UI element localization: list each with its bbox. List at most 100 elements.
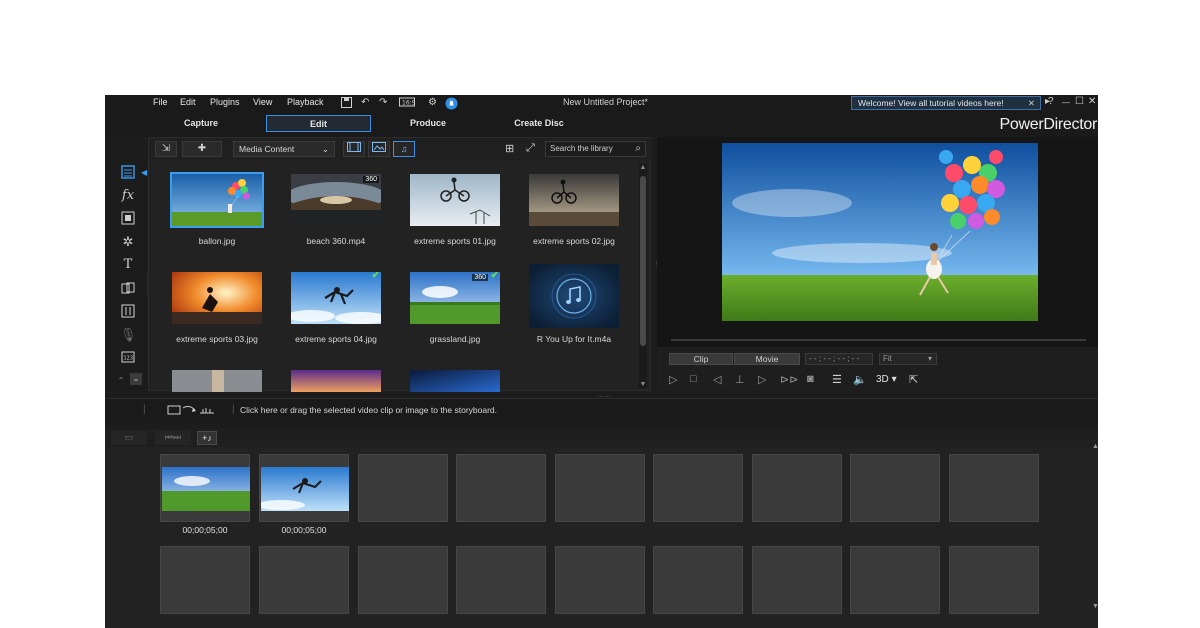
storyboard-scroll-down-icon[interactable]: ▼: [1092, 603, 1098, 610]
menu-playback[interactable]: Playback: [287, 97, 324, 107]
storyboard-slot-18[interactable]: [949, 546, 1039, 614]
scroll-thumb[interactable]: [640, 176, 646, 346]
media-item-row3-1[interactable]: [170, 370, 264, 392]
media-item-row3-2[interactable]: [289, 370, 383, 392]
fx-room-icon[interactable]: fx: [120, 188, 136, 204]
timecode-field[interactable]: - - ; - - ; - - ; - -: [805, 353, 873, 365]
particle-room-icon[interactable]: ✲: [120, 234, 136, 250]
storyboard-slot-15[interactable]: [653, 546, 743, 614]
redo-icon[interactable]: ↷: [379, 97, 387, 109]
previous-frame-icon[interactable]: ◁: [713, 373, 721, 386]
media-item-extreme-sports-03[interactable]: extreme sports 03.jpg: [170, 272, 264, 344]
storyboard-slot-11[interactable]: [259, 546, 349, 614]
storyboard-slot-12[interactable]: [358, 546, 448, 614]
maximize-icon[interactable]: ☐: [1075, 96, 1084, 107]
storyboard-slot-13[interactable]: [456, 546, 546, 614]
storyboard-slot-10[interactable]: [160, 546, 250, 614]
storyboard-slot-8[interactable]: [850, 454, 940, 522]
aspect-ratio-icon[interactable]: 16:9: [399, 97, 416, 111]
add-music-tab[interactable]: +♪: [197, 431, 217, 445]
scroll-up-arrow-icon[interactable]: ▲: [639, 164, 647, 171]
storyboard-slot-7[interactable]: [752, 454, 842, 522]
tab-create-disc[interactable]: Create Disc: [498, 115, 580, 132]
search-icon[interactable]: ⌕: [635, 142, 641, 156]
plugins-puzzle-icon[interactable]: ✚: [182, 141, 222, 157]
next-frame-icon[interactable]: ▷: [758, 373, 766, 386]
tutorial-welcome-banner[interactable]: Welcome! View all tutorial videos here! …: [851, 96, 1041, 110]
menu-view[interactable]: View: [253, 97, 272, 107]
filter-image-icon[interactable]: [368, 141, 390, 157]
insert-clip-icon[interactable]: [167, 404, 215, 419]
storyboard-slot-6[interactable]: [653, 454, 743, 522]
storyboard-slot-1[interactable]: [160, 454, 250, 522]
undo-icon[interactable]: ↶: [361, 97, 369, 109]
media-item-grassland[interactable]: 360 ✔ grassland.jpg: [408, 272, 502, 344]
snapshot-camera-icon[interactable]: ◙: [807, 373, 814, 385]
media-content-dropdown[interactable]: Media Content ⌄: [233, 141, 335, 157]
stop-icon[interactable]: □: [690, 373, 697, 385]
scroll-up-icon[interactable]: ⌃: [115, 373, 127, 389]
save-icon[interactable]: [341, 97, 352, 112]
storyboard-slot-17[interactable]: [850, 546, 940, 614]
clip-mode-button[interactable]: Clip: [669, 353, 733, 365]
media-item-extreme-sports-02[interactable]: extreme sports 02.jpg: [527, 174, 621, 246]
storyboard-slot-4[interactable]: [456, 454, 546, 522]
voice-over-microphone-icon[interactable]: 🎙: [120, 327, 137, 343]
audio-mixing-icon[interactable]: [120, 304, 136, 320]
pip-objects-icon[interactable]: [120, 211, 136, 227]
play-icon[interactable]: ▷: [669, 373, 677, 386]
fit-zoom-select[interactable]: Fit ▾: [879, 353, 937, 365]
media-item-beach-360[interactable]: 360 beach 360.mp4: [289, 174, 383, 246]
checkmark-icon: ✔: [371, 272, 380, 281]
storyboard-slot-5[interactable]: [555, 454, 645, 522]
split-icon[interactable]: ⊥: [735, 373, 745, 386]
media-item-row3-3[interactable]: [408, 370, 502, 392]
clip-thumbnail: [162, 467, 250, 511]
preview-timeline-slider[interactable]: [671, 339, 1086, 341]
storyboard-slot-16[interactable]: [752, 546, 842, 614]
menu-plugins[interactable]: Plugins: [210, 97, 240, 107]
subtitles-icon[interactable]: ☰: [832, 373, 842, 386]
transition-room-icon[interactable]: [120, 281, 136, 297]
volume-icon[interactable]: 🔈: [853, 373, 867, 386]
scroll-down-arrow-icon[interactable]: ▼: [639, 381, 647, 388]
expand-library-icon[interactable]: ⤢: [526, 142, 535, 155]
menu-file[interactable]: File: [153, 97, 168, 107]
storyboard-slot-9[interactable]: [949, 454, 1039, 522]
3d-mode-toggle[interactable]: 3D ▾: [876, 374, 897, 385]
filter-audio-icon[interactable]: ♫: [393, 141, 415, 157]
storyboard-slot-3[interactable]: [358, 454, 448, 522]
movie-mode-button[interactable]: Movie: [734, 353, 800, 365]
clip-thumbnail: [261, 467, 349, 511]
menu-edit[interactable]: Edit: [180, 97, 196, 107]
close-banner-icon[interactable]: ✕: [1028, 98, 1035, 109]
tab-produce[interactable]: Produce: [392, 115, 464, 132]
storyboard-slot-14[interactable]: [555, 546, 645, 614]
media-room-icon[interactable]: [120, 165, 136, 181]
media-item-audio-r-you-up[interactable]: R You Up for It.m4a: [527, 264, 621, 344]
media-item-extreme-sports-04[interactable]: ✔ extreme sports 04.jpg: [289, 272, 383, 344]
storyboard-scroll-up-icon[interactable]: ▲: [1092, 443, 1098, 450]
chapter-room-icon[interactable]: 123: [120, 351, 136, 367]
import-media-icon[interactable]: ⇲: [155, 141, 177, 157]
filter-video-icon[interactable]: [343, 141, 365, 157]
tab-edit[interactable]: Edit: [266, 115, 371, 132]
storyboard-slot-2[interactable]: [259, 454, 349, 522]
scroll-down-icon[interactable]: ⌄: [130, 373, 142, 385]
close-window-icon[interactable]: ✕: [1088, 96, 1096, 107]
title-room-icon[interactable]: T: [120, 257, 136, 273]
tab-capture[interactable]: Capture: [165, 115, 237, 132]
help-icon[interactable]: ?: [1048, 96, 1054, 107]
media-item-extreme-sports-01[interactable]: extreme sports 01.jpg: [408, 174, 502, 246]
timeline-view-tab[interactable]: ▭: [111, 431, 147, 445]
minimize-icon[interactable]: —: [1062, 98, 1070, 107]
storyboard-view-tab[interactable]: ⏮⏭: [155, 431, 191, 445]
settings-gear-icon[interactable]: ⚙: [428, 97, 437, 109]
media-item-ballon[interactable]: ballon.jpg: [170, 172, 264, 246]
library-search-input[interactable]: Search the library ⌕: [545, 141, 646, 157]
grid-view-icon[interactable]: ⊞: [505, 142, 514, 155]
library-scrollbar[interactable]: ▲ ▼: [639, 164, 647, 388]
undock-preview-icon[interactable]: ⇱: [909, 373, 918, 386]
fast-forward-icon[interactable]: ⊳⊳: [780, 373, 798, 386]
3d-label: 3D: [876, 374, 889, 385]
